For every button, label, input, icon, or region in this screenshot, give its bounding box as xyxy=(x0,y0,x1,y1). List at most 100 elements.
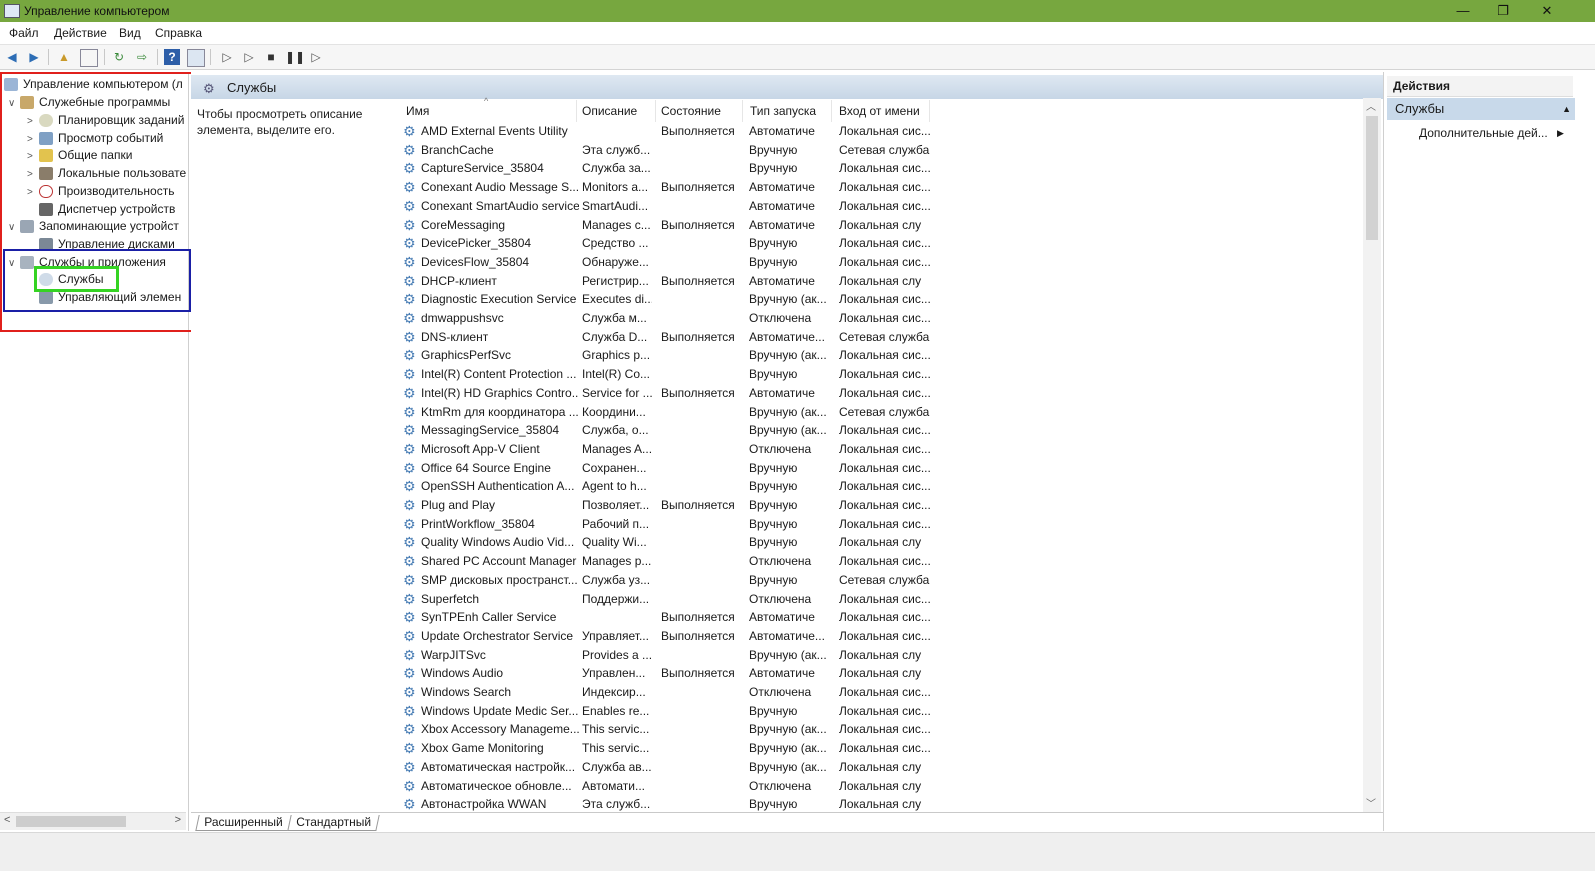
service-startup-type: Вручную xyxy=(749,516,798,531)
service-description: Служба м... xyxy=(582,311,647,325)
pause-service-icon[interactable]: ❚❚ xyxy=(285,49,305,65)
tree-horizontal-scrollbar[interactable]: < > xyxy=(0,812,186,830)
service-startup-type: Отключена xyxy=(749,591,812,606)
service-startup-type: Вручную xyxy=(749,572,798,587)
start-service-alt-icon[interactable]: ▷ xyxy=(241,49,257,65)
scroll-thumb[interactable] xyxy=(1366,116,1378,240)
service-gear-icon: ⚙ xyxy=(403,440,416,457)
service-name: Office 64 Source Engine xyxy=(421,460,551,475)
service-description: Agent to h... xyxy=(582,479,647,494)
restart-service-icon[interactable]: ▷ xyxy=(308,49,324,65)
services-vertical-scrollbar[interactable]: ︿ ﹀ xyxy=(1363,98,1381,812)
forward-icon[interactable]: ▶ xyxy=(26,49,42,65)
service-startup-type: Вручную xyxy=(749,236,798,251)
service-status: Выполняется xyxy=(661,610,735,625)
export-icon[interactable]: ⇨ xyxy=(134,49,150,65)
actions-section-services[interactable]: Службы ▲ xyxy=(1387,98,1575,120)
service-log-on-as: Локальная сис... xyxy=(839,367,931,382)
service-name: Conexant Audio Message S... xyxy=(421,180,579,195)
service-log-on-as: Сетевая служба xyxy=(839,572,930,587)
help-icon[interactable]: ? xyxy=(164,49,180,65)
service-log-on-as: Локальная сис... xyxy=(839,311,931,325)
service-gear-icon: ⚙ xyxy=(403,740,416,757)
service-name: Intel(R) Content Protection ... xyxy=(421,367,577,382)
close-button[interactable]: ✕ xyxy=(1532,2,1562,20)
service-description: Рабочий п... xyxy=(582,516,650,531)
toolbar: ◀ ▶ ▲ ↻ ⇨ ? ▷ ▷ ■ ❚❚ ▷ xyxy=(0,45,1595,70)
service-gear-icon: ⚙ xyxy=(403,702,416,719)
service-status: Выполняется xyxy=(661,217,735,232)
service-description: Executes di... xyxy=(582,292,652,307)
start-service-icon[interactable]: ▷ xyxy=(219,49,235,65)
menu-file[interactable]: Файл xyxy=(9,26,39,40)
service-name: GraphicsPerfSvc xyxy=(421,348,512,363)
column-header-log-on-as[interactable]: Вход от имени xyxy=(839,104,920,122)
service-startup-type: Автоматиче xyxy=(749,610,815,625)
service-name: Plug and Play xyxy=(421,498,496,512)
show-hide-tree-icon[interactable] xyxy=(80,49,98,67)
minimize-button[interactable]: — xyxy=(1448,2,1478,20)
stop-service-icon[interactable]: ■ xyxy=(263,49,279,65)
service-name: Xbox Game Monitoring xyxy=(421,741,544,756)
column-header-status[interactable]: Состояние xyxy=(661,104,721,122)
service-gear-icon: ⚙ xyxy=(403,796,416,813)
service-log-on-as: Локальная сис... xyxy=(839,348,931,363)
service-name: WarpJITSvc xyxy=(421,647,486,662)
service-name: Windows Audio xyxy=(421,666,504,681)
service-gear-icon: ⚙ xyxy=(403,179,416,196)
column-header-startup-type[interactable]: Тип запуска xyxy=(750,104,816,122)
service-gear-icon: ⚙ xyxy=(403,403,416,420)
tab-standard[interactable]: Стандартный xyxy=(287,815,380,831)
scroll-up-icon[interactable]: ︿ xyxy=(1366,98,1376,113)
actions-pane: Действия Службы ▲ Дополнительные дей... … xyxy=(1387,72,1595,831)
service-gear-icon: ⚙ xyxy=(403,123,416,139)
service-description: Средство ... xyxy=(582,236,649,251)
service-gear-icon: ⚙ xyxy=(403,422,416,439)
service-gear-icon: ⚙ xyxy=(403,721,416,738)
menu-help[interactable]: Справка xyxy=(155,26,202,40)
restore-button[interactable]: ❐ xyxy=(1488,2,1518,20)
service-log-on-as: Локальная слу xyxy=(839,647,922,662)
column-header-name[interactable]: Имя xyxy=(406,104,429,122)
service-name: Intel(R) HD Graphics Contro... xyxy=(421,385,579,400)
service-startup-type: Отключена xyxy=(749,441,812,456)
service-startup-type: Вручную xyxy=(749,797,798,812)
service-name: DNS-клиент xyxy=(421,329,489,344)
service-name: Shared PC Account Manager xyxy=(421,554,577,569)
menu-view[interactable]: Вид xyxy=(119,26,141,40)
service-status: Выполняется xyxy=(661,273,735,288)
service-gear-icon: ⚙ xyxy=(403,534,416,551)
service-log-on-as: Локальная сис... xyxy=(839,198,931,213)
service-gear-icon: ⚙ xyxy=(403,235,416,252)
column-header-description[interactable]: Описание xyxy=(582,104,637,122)
view-tabs: Расширенный Стандартный xyxy=(191,812,1383,832)
tab-extended[interactable]: Расширенный xyxy=(195,815,292,831)
back-icon[interactable]: ◀ xyxy=(4,49,20,65)
service-description: Служба D... xyxy=(582,329,648,344)
service-startup-type: Автоматиче xyxy=(749,198,815,213)
refresh-icon[interactable]: ↻ xyxy=(111,49,127,65)
service-name: DHCP-клиент xyxy=(421,273,497,288)
service-status: Выполняется xyxy=(661,666,735,681)
service-startup-type: Отключена xyxy=(749,778,812,793)
up-folder-icon[interactable]: ▲ xyxy=(56,49,72,65)
scroll-right-icon[interactable]: > xyxy=(175,814,181,826)
service-name: MessagingService_35804 xyxy=(421,423,560,438)
service-gear-icon: ⚙ xyxy=(403,665,416,682)
service-description: Provides a ... xyxy=(582,647,652,662)
more-actions-item[interactable]: Дополнительные дей... ▶ xyxy=(1419,122,1564,144)
scroll-thumb[interactable] xyxy=(16,816,126,827)
service-log-on-as: Локальная сис... xyxy=(839,161,931,176)
service-gear-icon: ⚙ xyxy=(403,347,416,364)
menu-action[interactable]: Действие xyxy=(54,26,107,40)
properties-icon[interactable] xyxy=(187,49,205,67)
service-startup-type: Вручную (ак... xyxy=(749,423,827,438)
service-startup-type: Вручную xyxy=(749,479,798,494)
collapse-icon[interactable]: ▲ xyxy=(1562,98,1571,120)
service-log-on-as: Локальная сис... xyxy=(839,479,931,494)
service-startup-type: Вручную xyxy=(749,367,798,382)
highlight-box-green xyxy=(34,266,119,292)
scroll-down-icon[interactable]: ﹀ xyxy=(1366,795,1376,810)
scroll-left-icon[interactable]: < xyxy=(4,814,10,826)
service-name: BranchCache xyxy=(421,142,494,157)
